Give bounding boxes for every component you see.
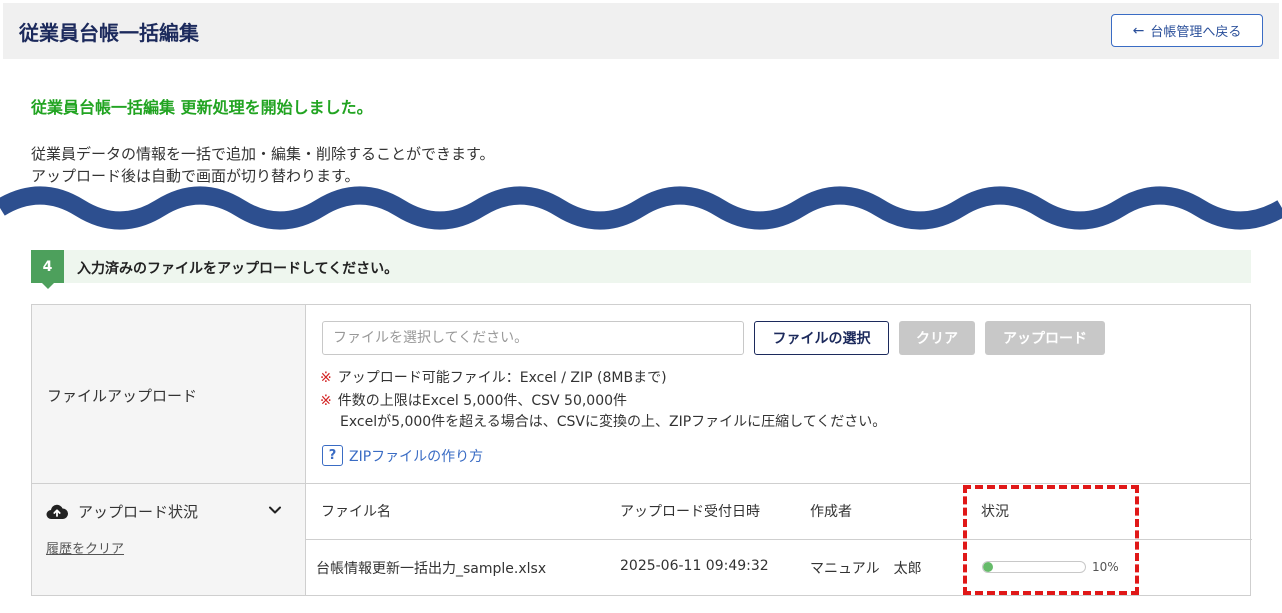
note-allowed-files-text: アップロード可能ファイル：Excel / ZIP (8MBまで) <box>337 370 667 386</box>
upload-status-label: アップロード状況 <box>78 503 199 521</box>
row-divider <box>32 483 1250 484</box>
description-line-1: 従業員データの情報を一括で追加・編集・削除することができます。 <box>31 145 495 163</box>
column-header-date: アップロード受付日時 <box>620 504 760 520</box>
clear-button[interactable]: クリア <box>899 321 975 355</box>
file-path-input[interactable] <box>322 321 744 355</box>
step-instruction: 入力済みのファイルをアップロードしてください。 <box>77 261 399 277</box>
zip-help-label: ZIPファイルの作り方 <box>349 448 484 465</box>
status-highlight-box <box>963 485 1139 595</box>
back-button-label: 台帳管理へ戻る <box>1150 25 1242 40</box>
help-icon: ? <box>322 445 343 466</box>
step-bar: 4 入力済みのファイルをアップロードしてください。 <box>31 250 1251 289</box>
row-upload-date: 2025-06-11 09:49:32 <box>620 558 769 574</box>
note-mark: ※ <box>320 370 332 386</box>
arrow-left-icon: ← <box>1132 22 1145 39</box>
file-upload-label: ファイルアップロード <box>47 387 198 405</box>
section-break-wave <box>0 186 1282 230</box>
step-badge-tail <box>42 283 54 289</box>
step-number-badge: 4 <box>31 250 64 283</box>
row-author: マニュアル 太郎 <box>810 561 922 577</box>
chevron-down-icon[interactable] <box>268 503 282 517</box>
zip-help-link[interactable]: ? ZIPファイルの作り方 <box>322 445 483 466</box>
note-excel-convert: Excelが5,000件を超える場合は、CSVに変換の上、ZIPファイルに圧縮し… <box>340 414 887 430</box>
note-mark: ※ <box>320 393 332 409</box>
back-to-ledger-button[interactable]: ← 台帳管理へ戻る <box>1111 14 1263 47</box>
upload-button[interactable]: アップロード <box>985 321 1105 355</box>
success-message: 従業員台帳一括編集 更新処理を開始しました。 <box>31 98 373 117</box>
column-header-author: 作成者 <box>810 504 852 520</box>
cloud-upload-icon <box>46 504 68 519</box>
note-record-limit-text: 件数の上限はExcel 5,000件、CSV 50,000件 <box>337 393 628 409</box>
note-record-limit: ※ 件数の上限はExcel 5,000件、CSV 50,000件 <box>320 390 627 410</box>
select-file-button[interactable]: ファイルの選択 <box>754 321 889 355</box>
page-title: 従業員台帳一括編集 <box>19 21 199 45</box>
note-allowed-files: ※ アップロード可能ファイル：Excel / ZIP (8MBまで) <box>320 367 667 387</box>
upload-status-header[interactable]: アップロード状況 <box>46 501 198 522</box>
row-file-name: 台帳情報更新一括出力_sample.xlsx <box>316 561 547 577</box>
column-header-file: ファイル名 <box>321 504 391 520</box>
clear-history-link[interactable]: 履歴をクリア <box>46 538 124 557</box>
page-header: 従業員台帳一括編集 ← 台帳管理へ戻る <box>3 3 1279 59</box>
